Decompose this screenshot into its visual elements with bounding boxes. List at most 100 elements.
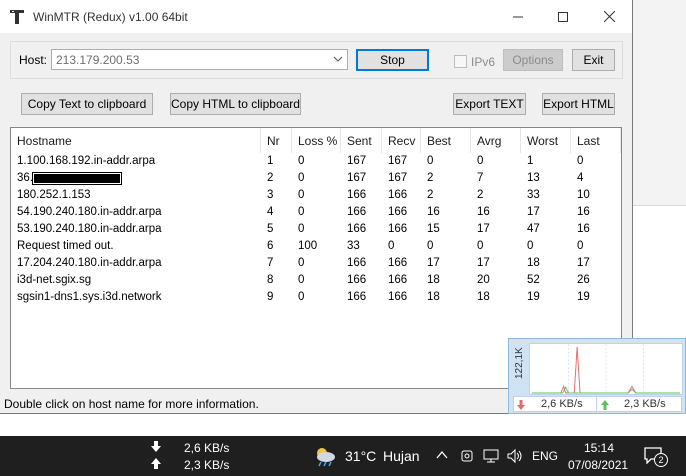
column-header[interactable]: Best: [421, 128, 471, 153]
hostname-cell: 54.190.240.180.in-addr.arpa: [17, 206, 162, 218]
table-cell: 0: [298, 274, 305, 286]
hostname-cell: 53.190.240.180.in-addr.arpa: [17, 223, 162, 235]
export-html-button[interactable]: Export HTML: [542, 93, 615, 115]
hostname-cell: sgsin1-dns1.sys.i3d.network: [17, 291, 162, 303]
column-header[interactable]: Last: [571, 128, 621, 153]
status-text: Double click on host name for more infor…: [4, 397, 259, 411]
table-cell: 3: [267, 189, 274, 201]
clock-date[interactable]: 07/08/2021: [568, 458, 628, 472]
table-cell: 0: [298, 189, 305, 201]
table-cell: 0: [477, 155, 484, 167]
traffic-monitor[interactable]: 122,1K 2,6 KB/s 2,3 KB/s: [508, 338, 686, 414]
table-cell: 7: [267, 257, 274, 269]
table-cell: 166: [388, 274, 408, 286]
close-button[interactable]: [586, 0, 632, 33]
camera-icon[interactable]: [459, 448, 475, 464]
table-cell: 17: [477, 257, 490, 269]
table-cell: 13: [527, 172, 540, 184]
table-row[interactable]: 1.100.168.192.in-addr.arpa 1 0 167 167 0 0 1 0: [11, 153, 621, 170]
table-row[interactable]: 36. 2 0 167 167 2 7 13 4: [11, 170, 621, 187]
table-cell: 166: [347, 257, 367, 269]
language-indicator[interactable]: ENG: [532, 449, 558, 463]
taskbar-download-rate: 2,6 KB/s: [184, 441, 230, 455]
ipv6-label: IPv6: [471, 55, 496, 69]
hostname-cell: 180.252.1.153: [17, 189, 91, 201]
traffic-upload-value: 2,3 KB/s: [624, 398, 666, 410]
network-icon[interactable]: [482, 448, 500, 464]
chevron-down-icon[interactable]: [333, 53, 343, 65]
table-cell: 2: [267, 172, 274, 184]
column-header[interactable]: Hostname: [11, 128, 261, 153]
table-cell: 16: [427, 206, 440, 218]
table-cell: 2: [427, 172, 434, 184]
column-header[interactable]: Avrg: [471, 128, 521, 153]
options-button[interactable]: Options: [503, 49, 563, 71]
table-cell: 8: [267, 274, 274, 286]
column-header[interactable]: Nr: [261, 128, 292, 153]
table-cell: 166: [388, 189, 408, 201]
results-header: Hostname Nr Loss % Sent Recv Best Avrg Worst Las…: [11, 128, 621, 153]
table-cell: 167: [347, 172, 367, 184]
title-bar[interactable]: WinMTR (Redux) v1.00 64bit: [0, 0, 632, 33]
copy-text-button[interactable]: Copy Text to clipboard: [21, 93, 153, 115]
column-header[interactable]: Worst: [521, 128, 571, 153]
upload-arrow-icon: [601, 400, 609, 410]
table-cell: 0: [427, 155, 434, 167]
table-row[interactable]: 17.204.240.180.in-addr.arpa 7 0 166 166 17 17 1…: [11, 255, 621, 272]
background-divider: [633, 205, 686, 206]
table-cell: 166: [347, 189, 367, 201]
table-row[interactable]: 54.190.240.180.in-addr.arpa 4 0 166 166 16 16 1…: [11, 204, 621, 221]
column-header[interactable]: Recv: [382, 128, 421, 153]
table-cell: 33: [347, 240, 360, 252]
host-combobox[interactable]: 213.179.200.53: [51, 49, 348, 70]
table-row[interactable]: 180.252.1.153 3 0 166 166 2 2 33 10: [11, 187, 621, 204]
table-cell: 17: [477, 223, 490, 235]
weather-desc: Hujan: [383, 448, 420, 464]
minimize-button[interactable]: [495, 0, 541, 33]
table-cell: 4: [267, 206, 274, 218]
redaction-bar: [32, 172, 122, 185]
table-cell: 0: [298, 155, 305, 167]
export-text-button[interactable]: Export TEXT: [453, 93, 526, 115]
chevron-up-icon[interactable]: [436, 450, 448, 460]
table-cell: 0: [388, 240, 395, 252]
table-row[interactable]: i3d-net.sgix.sg 8 0 166 166 18 20 52 26: [11, 272, 621, 289]
stop-button[interactable]: Stop: [356, 49, 429, 71]
table-cell: 18: [477, 291, 490, 303]
copy-html-button[interactable]: Copy HTML to clipboard: [170, 93, 301, 115]
weather-widget[interactable]: 31°C Hujan: [313, 445, 421, 467]
table-cell: 20: [477, 274, 490, 286]
host-value: 213.179.200.53: [56, 53, 140, 67]
traffic-download: 2,6 KB/s: [513, 396, 602, 412]
table-cell: 166: [347, 223, 367, 235]
table-row[interactable]: sgsin1-dns1.sys.i3d.network 9 0 166 166 18 18 1…: [11, 289, 621, 306]
table-cell: 17: [577, 257, 590, 269]
table-cell: 33: [527, 189, 540, 201]
table-cell: 100: [298, 240, 318, 252]
table-cell: 166: [347, 206, 367, 218]
table-cell: 10: [577, 189, 590, 201]
table-cell: 167: [388, 155, 408, 167]
table-cell: 17: [427, 257, 440, 269]
table-cell: 18: [527, 257, 540, 269]
table-cell: 0: [477, 240, 484, 252]
notification-center-button[interactable]: 2: [643, 445, 669, 469]
table-row[interactable]: Request timed out. 6 100 33 0 0 0 0 0: [11, 238, 621, 255]
column-header[interactable]: Sent: [341, 128, 382, 153]
table-cell: 166: [388, 257, 408, 269]
table-cell: 166: [388, 291, 408, 303]
table-row[interactable]: 53.190.240.180.in-addr.arpa 5 0 166 166 15 17 4…: [11, 221, 621, 238]
column-header[interactable]: Loss %: [292, 128, 341, 153]
table-cell: 0: [298, 223, 305, 235]
upload-arrow-icon: [151, 458, 161, 469]
volume-icon[interactable]: [506, 448, 524, 464]
maximize-button[interactable]: [540, 0, 586, 33]
app-icon: [10, 10, 24, 24]
ipv6-checkbox[interactable]: [454, 55, 467, 68]
table-cell: 167: [347, 155, 367, 167]
minimize-icon: [513, 16, 523, 17]
table-cell: 0: [527, 240, 534, 252]
exit-button[interactable]: Exit: [572, 49, 615, 71]
table-cell: 52: [527, 274, 540, 286]
clock-time[interactable]: 15:14: [584, 441, 614, 455]
